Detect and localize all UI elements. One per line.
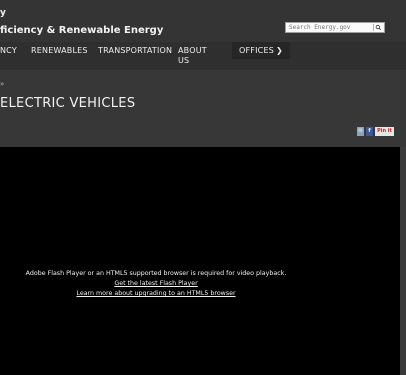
get-flash-link[interactable]: Get the latest Flash Player bbox=[114, 280, 197, 287]
site-logo-text[interactable]: y bbox=[0, 8, 6, 18]
email-share-icon[interactable]: ✉ bbox=[357, 127, 364, 136]
flash-required-text: Adobe Flash Player or an HTML5 supported… bbox=[25, 270, 287, 277]
upgrade-html5-link[interactable]: Learn more about upgrading to an HTML5 b… bbox=[76, 290, 235, 297]
pinterest-share-button[interactable]: Pin it bbox=[375, 127, 394, 136]
video-player[interactable]: Adobe Flash Player or an HTML5 supported… bbox=[0, 147, 400, 375]
search-icon bbox=[375, 24, 381, 31]
chevron-right-icon: ❯ bbox=[275, 46, 283, 55]
player-message: Adobe Flash Player or an HTML5 supported… bbox=[0, 269, 312, 299]
nav-item-offices[interactable]: OFFICES ❯ bbox=[232, 42, 290, 59]
nav-item-efficiency[interactable]: NCY bbox=[0, 46, 17, 56]
page-scrollbar[interactable] bbox=[400, 147, 406, 375]
site-header: y ficiency & Renewable Energy bbox=[0, 0, 406, 42]
nav-item-transportation[interactable]: TRANSPORTATION bbox=[98, 46, 172, 56]
search-input[interactable] bbox=[289, 23, 367, 32]
nav-item-about-us[interactable]: ABOUT US bbox=[178, 46, 218, 66]
office-name[interactable]: ficiency & Renewable Energy bbox=[0, 25, 163, 36]
search-box[interactable] bbox=[285, 22, 385, 33]
nav-item-renewables[interactable]: RENEWABLES bbox=[31, 46, 88, 56]
facebook-share-icon[interactable]: f bbox=[366, 127, 373, 136]
share-bar: ✉ f Pin it bbox=[357, 127, 394, 136]
page-title: ELECTRIC VEHICLES bbox=[0, 96, 136, 111]
search-button[interactable] bbox=[373, 24, 383, 31]
nav-item-offices-label: OFFICES bbox=[239, 46, 274, 55]
main-nav: NCY RENEWABLES TRANSPORTATION ABOUT US O… bbox=[0, 42, 406, 70]
breadcrumb: » bbox=[0, 80, 5, 88]
